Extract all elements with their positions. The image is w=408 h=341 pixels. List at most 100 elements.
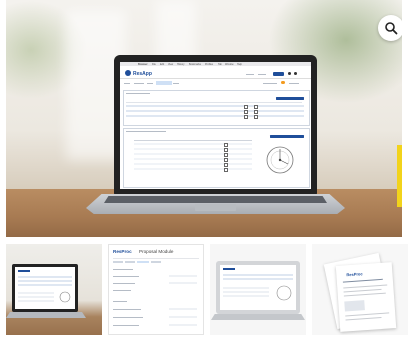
thumb-row xyxy=(18,284,72,287)
tab-label-line xyxy=(289,82,299,84)
table-row xyxy=(134,163,252,166)
thumb-row xyxy=(223,295,269,298)
thumb-gauge xyxy=(276,285,292,301)
tab-label-line xyxy=(134,82,144,84)
brochure-page-front: ResProc xyxy=(335,262,397,332)
brochure-text-line xyxy=(343,288,382,293)
accent-tab xyxy=(397,145,402,207)
thumbnail-laptop-photo[interactable] xyxy=(6,244,102,335)
thumb-row xyxy=(18,300,54,303)
table-row xyxy=(134,158,252,161)
thumbnail-laptop-front[interactable] xyxy=(210,244,306,335)
magnifier-icon xyxy=(385,22,398,35)
thumb-title: Proposal Module xyxy=(139,249,174,254)
thumbnail-screenshot[interactable]: ResProc Proposal Module xyxy=(108,244,204,335)
thumb-laptop-lid xyxy=(12,264,78,312)
thumb-row xyxy=(18,292,54,295)
thumb-tab xyxy=(113,261,123,264)
thumb-field xyxy=(169,316,197,319)
brochure-image xyxy=(344,300,365,312)
brochure-text-line xyxy=(345,316,382,321)
user-icon xyxy=(294,72,297,75)
thumb-row xyxy=(18,276,72,279)
thumb-row xyxy=(18,296,54,299)
table-row xyxy=(126,115,304,118)
checkbox xyxy=(224,168,229,173)
brochure-text-line xyxy=(343,292,386,297)
thumb-logo xyxy=(18,270,30,272)
tab-label-line xyxy=(173,82,179,84)
thumb-label xyxy=(113,317,143,318)
app-header: ResApp xyxy=(120,66,311,79)
laptop-trackpad xyxy=(195,204,236,211)
product-main-image[interactable]: Browser File Edit View History Bookmarks… xyxy=(6,0,402,237)
header-link-text xyxy=(258,74,266,75)
table-row xyxy=(134,143,252,146)
thumb-field xyxy=(169,275,197,278)
thumb-row xyxy=(223,274,293,277)
checkbox xyxy=(244,115,249,120)
laptop-screen: Browser File Edit View History Bookmarks… xyxy=(120,62,311,189)
table-row xyxy=(126,105,304,108)
dial-gauge xyxy=(266,146,294,174)
checkbox xyxy=(224,158,229,163)
checkbox xyxy=(244,110,249,115)
app-tabbar xyxy=(123,80,308,85)
tab-label-line xyxy=(147,82,153,84)
table-header-line xyxy=(134,140,252,141)
thumb-laptop-base xyxy=(211,314,305,320)
thumb-field xyxy=(169,308,197,311)
thumb-tab xyxy=(151,261,161,264)
panel-heading-line xyxy=(126,131,166,132)
thumb-label xyxy=(113,290,131,291)
notification-dot xyxy=(281,80,285,84)
thumb-tab xyxy=(137,261,149,264)
brand-name: ResApp xyxy=(133,70,152,77)
table-row xyxy=(134,168,252,171)
checkbox xyxy=(254,110,259,115)
panel-action-button xyxy=(276,97,304,101)
laptop-keyboard xyxy=(104,196,327,203)
checkbox xyxy=(244,105,249,110)
brochure-logo: ResProc xyxy=(346,271,363,278)
app-tab-active xyxy=(156,81,172,85)
brochure-text-line xyxy=(342,278,383,283)
panel-action-button xyxy=(270,135,304,139)
thumbnail-brochure[interactable]: ResProc xyxy=(312,244,408,335)
thumb-row xyxy=(18,280,72,283)
zoom-button[interactable] xyxy=(378,15,402,41)
header-button xyxy=(273,72,284,76)
thumb-laptop-base xyxy=(6,312,86,318)
thumb-row xyxy=(223,278,293,281)
thumb-row xyxy=(223,287,269,290)
checkbox xyxy=(224,143,229,148)
thumb-row xyxy=(223,291,269,294)
items-panel xyxy=(123,90,310,126)
thumb-logo: ResProc xyxy=(113,249,132,254)
panel-heading-line xyxy=(126,93,150,94)
thumb-laptop-lid xyxy=(216,261,300,314)
table-row xyxy=(134,153,252,156)
cart-icon xyxy=(288,72,291,75)
checkbox xyxy=(254,105,259,110)
checkbox xyxy=(224,148,229,153)
laptop-lid: Browser File Edit View History Bookmarks… xyxy=(114,55,317,195)
thumb-laptop-screen xyxy=(220,265,296,310)
tab-label-line xyxy=(124,82,130,84)
checkbox xyxy=(224,153,229,158)
thumb-label xyxy=(113,276,139,277)
thumb-tab xyxy=(125,261,135,264)
thumb-gauge xyxy=(59,291,71,303)
checkbox xyxy=(254,115,259,120)
thumb-label xyxy=(113,283,135,284)
thumb-field xyxy=(169,282,197,285)
checkbox xyxy=(224,163,229,168)
thumb-label xyxy=(113,301,127,302)
thumb-field xyxy=(169,324,197,327)
thumb-laptop-screen xyxy=(15,267,75,309)
thumb-logo xyxy=(223,268,235,270)
brand-logo-icon xyxy=(125,70,131,76)
brochure-text-line xyxy=(345,312,390,317)
thumb-label xyxy=(113,269,133,270)
table-row xyxy=(134,148,252,151)
